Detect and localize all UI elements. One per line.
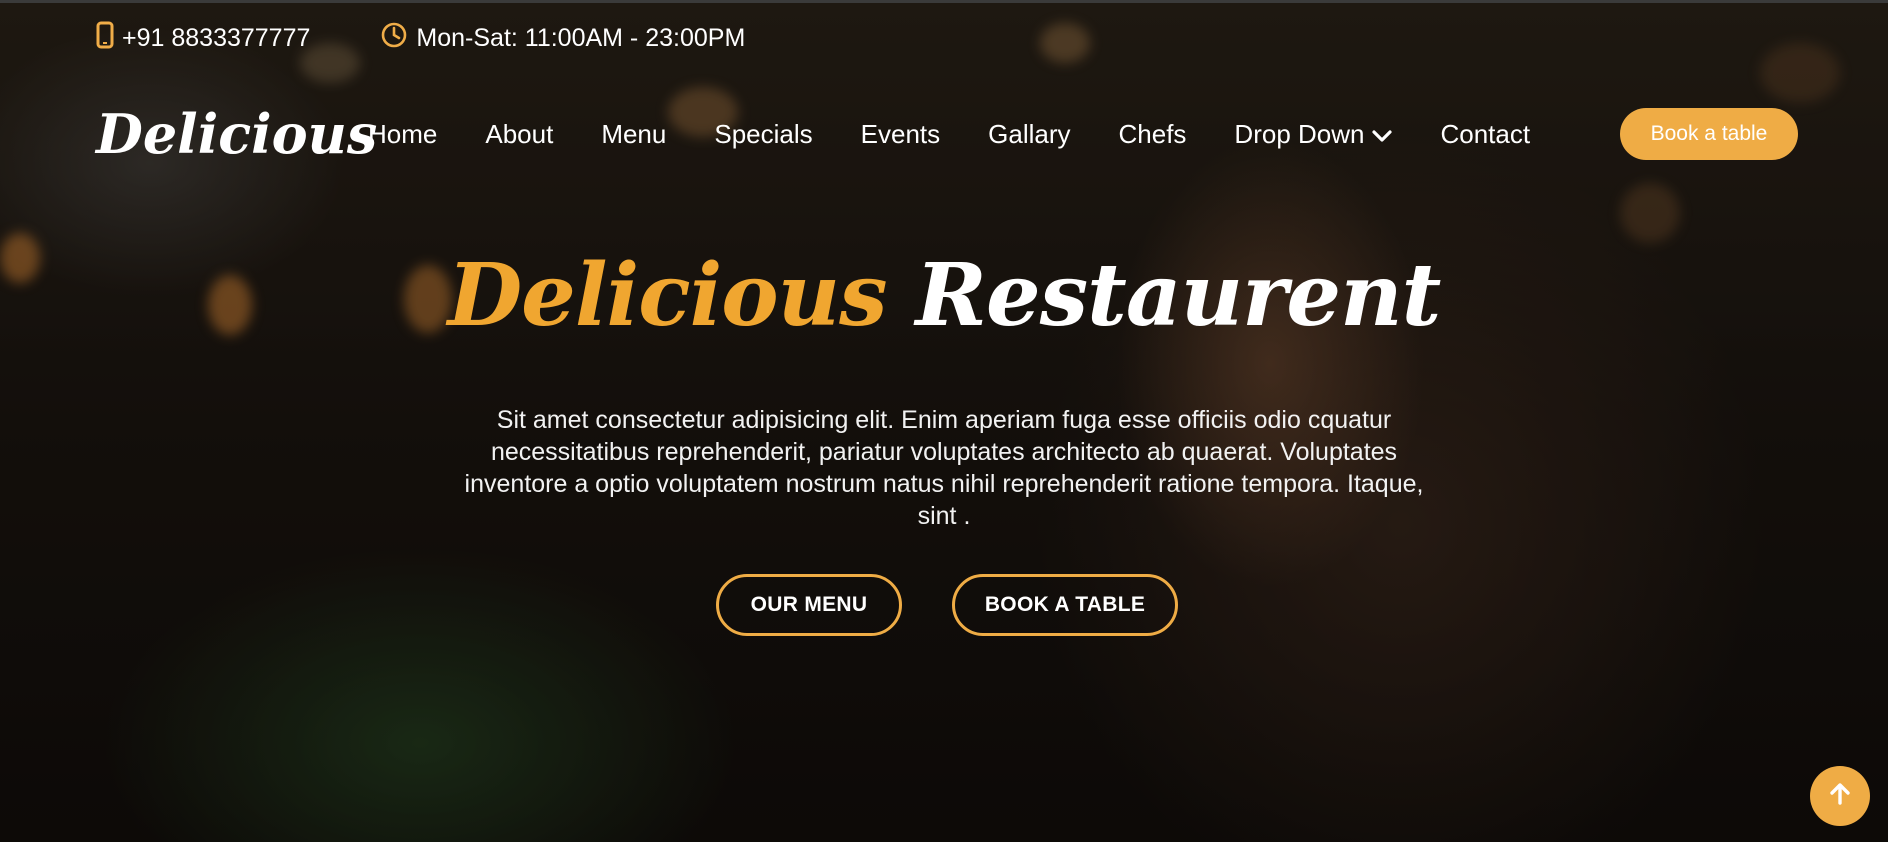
opening-hours: Mon-Sat: 11:00AM - 23:00PM (380, 21, 745, 56)
clock-icon (380, 21, 408, 56)
brand-logo[interactable]: Delicious (96, 102, 377, 166)
hero-title-brand: Delicious (447, 245, 888, 346)
nav-item-contact[interactable]: Contact (1440, 119, 1530, 150)
hero-actions: OUR MENU BOOK A TABLE (716, 574, 1178, 636)
book-table-nav-button[interactable]: Book a table (1620, 108, 1798, 160)
nav-item-home[interactable]: Home (368, 119, 437, 150)
nav-item-menu[interactable]: Menu (601, 119, 666, 150)
hero-description: Sit amet consectetur adipisicing elit. E… (464, 406, 1424, 530)
hours-text: Mon-Sat: 11:00AM - 23:00PM (416, 23, 746, 52)
mobile-phone-icon (96, 21, 114, 56)
scroll-to-top-button[interactable] (1810, 766, 1870, 826)
nav-item-chefs[interactable]: Chefs (1119, 119, 1187, 150)
arrow-up-icon (1827, 781, 1853, 812)
top-info-bar: +91 8833377777 Mon-Sat: 11:00AM - 23:00P… (96, 20, 745, 56)
nav-item-about[interactable]: About (485, 119, 553, 150)
nav-item-specials[interactable]: Specials (714, 119, 812, 150)
phone-contact[interactable]: +91 8833377777 (96, 21, 310, 56)
hero-title-suffix: Restaurent (915, 245, 1442, 346)
chevron-down-icon (1372, 119, 1393, 150)
nav-item-events[interactable]: Events (861, 119, 941, 150)
nav-menu: Home About Menu Specials Events Gallary … (368, 119, 1530, 150)
main-navbar: Delicious Home About Menu Specials Event… (96, 96, 1798, 172)
book-table-button[interactable]: BOOK A TABLE (952, 574, 1178, 636)
hero-title: Delicious Restaurent (0, 245, 1888, 346)
our-menu-button[interactable]: OUR MENU (716, 574, 902, 636)
dropdown-label: Drop Down (1234, 118, 1365, 149)
nav-item-dropdown[interactable]: Drop Down (1234, 118, 1393, 150)
nav-item-gallary[interactable]: Gallary (988, 119, 1070, 150)
phone-number: +91 8833377777 (122, 23, 311, 52)
